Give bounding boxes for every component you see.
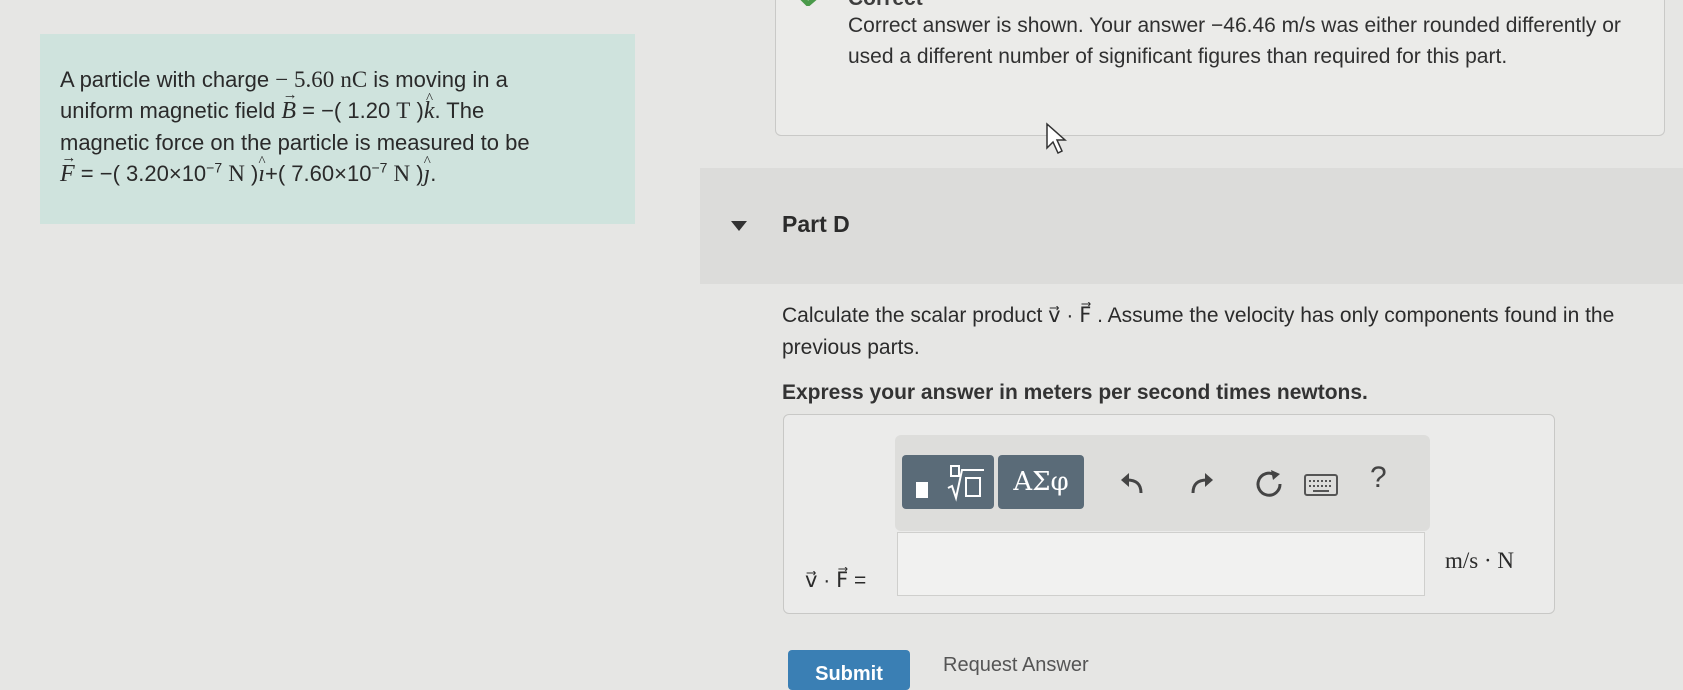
check-icon: [800, 0, 817, 6]
symbols-button[interactable]: ΑΣφ: [998, 455, 1084, 509]
templates-button[interactable]: [902, 455, 994, 509]
problem-line-4: F = −( 3.20×10−7 N )ı+( 7.60×10−7 N )ȷ.: [60, 158, 615, 190]
answer-unit: m/s · N: [1445, 548, 1514, 573]
problem-line-3: magnetic force on the particle is measur…: [60, 130, 530, 155]
templates-icon: [916, 465, 984, 502]
help-icon[interactable]: ?: [1370, 461, 1387, 495]
part-d-title[interactable]: Part D: [782, 211, 850, 238]
problem-line-2: uniform magnetic field B = −( 1.20 T )k.…: [60, 95, 615, 127]
submit-button[interactable]: Submit: [788, 650, 910, 690]
feedback-message: Correct answer is shown. Your answer −46…: [848, 14, 1621, 68]
reset-icon[interactable]: [1253, 467, 1285, 499]
math-toolbar: ΑΣφ ?: [895, 435, 1430, 531]
request-answer-link[interactable]: Request Answer: [943, 654, 1089, 677]
problem-statement: A particle with charge − 5.60 nC is movi…: [40, 34, 635, 224]
mouse-cursor-icon: [1046, 122, 1067, 155]
feedback-panel: Correct Correct answer is shown. Your an…: [775, 0, 1665, 136]
b-vector-symbol: B: [281, 96, 296, 127]
collapse-triangle-icon[interactable]: [730, 220, 748, 232]
i-hat-symbol: ı: [258, 159, 265, 190]
problem-line-1: A particle with charge − 5.60 nC is movi…: [60, 67, 508, 92]
answer-instruction: Express your answer in meters per second…: [782, 381, 1368, 404]
k-hat-symbol: k: [424, 96, 435, 127]
answer-input-label: v⃗ · F⃗ =: [805, 569, 867, 592]
answer-input[interactable]: [897, 532, 1425, 596]
undo-icon[interactable]: [1117, 467, 1149, 499]
keyboard-icon[interactable]: [1303, 469, 1339, 501]
f-vector-symbol: F: [60, 159, 75, 190]
j-hat-symbol: ȷ: [424, 159, 431, 190]
feedback-title: Correct: [848, 0, 923, 10]
redo-icon[interactable]: [1185, 467, 1217, 499]
question-text: Calculate the scalar product v⃗ · F⃗ . A…: [782, 304, 1615, 359]
